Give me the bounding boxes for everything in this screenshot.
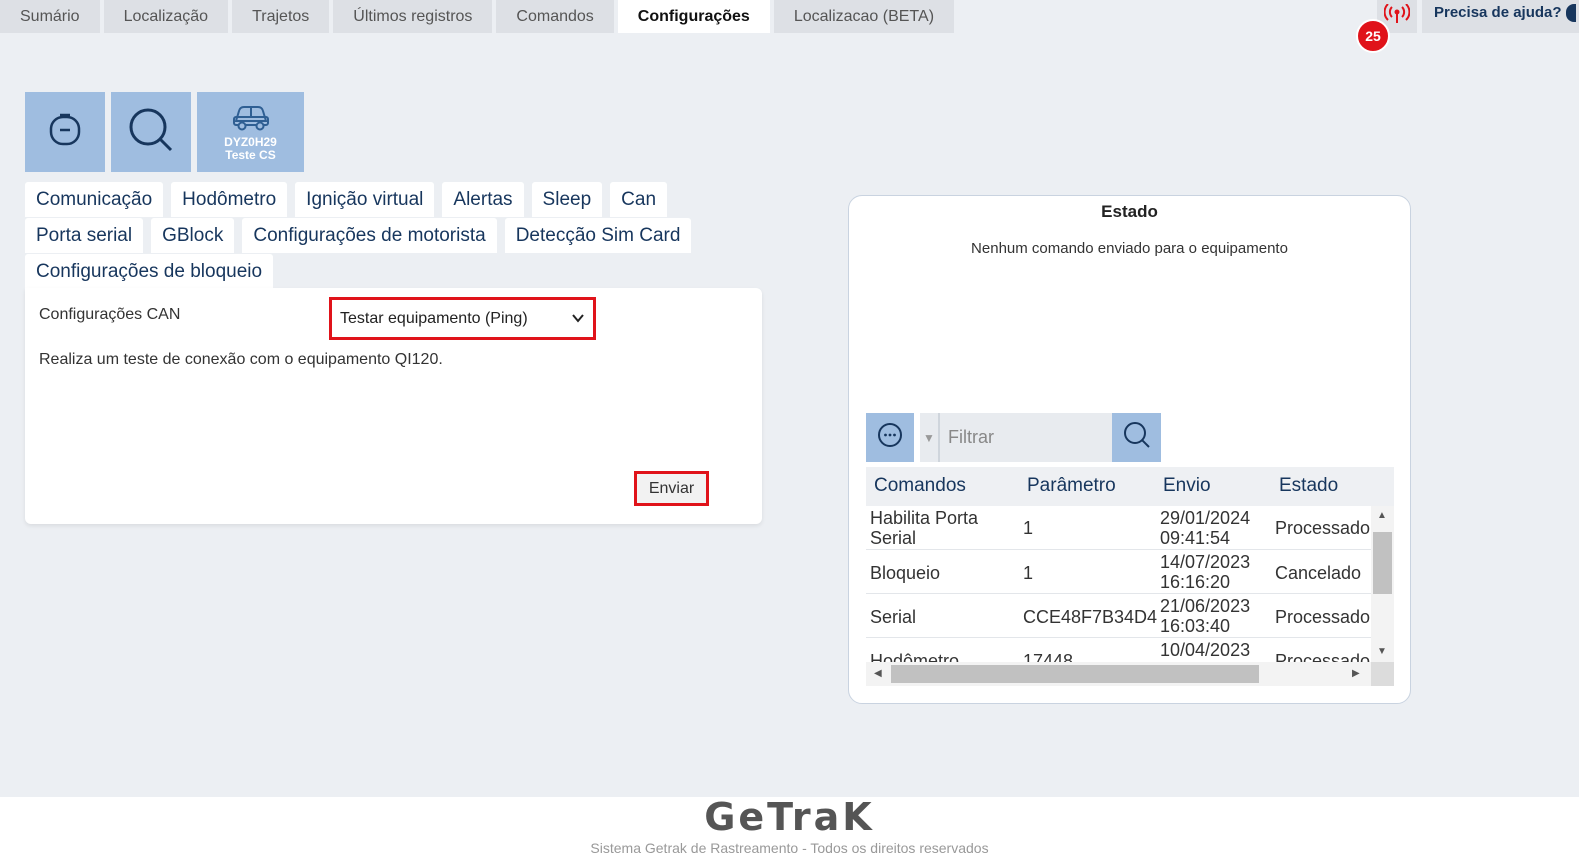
notification-badge[interactable]: 25 — [1356, 19, 1390, 53]
table-row[interactable]: Habilita Porta Serial 1 29/01/2024 09:41:5… — [866, 506, 1371, 550]
help-icon — [1565, 4, 1576, 23]
tab-configuracoes-bloqueio[interactable]: Configurações de bloqueio — [25, 254, 274, 289]
copyright-text: Sistema Getrak de Rastreamento - Todos o… — [590, 840, 989, 856]
cell-date-day: 14/07/2023 — [1160, 552, 1251, 572]
footer: GeTraK Sistema Getrak de Rastreamento - … — [0, 795, 1579, 863]
scroll-left-icon[interactable]: ◀ — [874, 668, 882, 679]
tab-sleep[interactable]: Sleep — [531, 182, 603, 217]
help-link[interactable]: Precisa de ajuda? — [1422, 0, 1579, 33]
signal-icon — [1383, 3, 1411, 29]
getrak-logo: GeTraK — [704, 795, 875, 839]
cell-date: 29/01/2024 09:41:54 — [1160, 508, 1250, 548]
tab-gblock[interactable]: GBlock — [151, 218, 235, 253]
vehicle-name: Teste CS — [225, 147, 276, 162]
cell-command-line1: Habilita Porta — [870, 508, 979, 528]
tab-ultimos-registros[interactable]: Últimos registros — [333, 0, 493, 33]
table-row[interactable]: Bloqueio 1 14/07/2023 16:16:20 Cancelado — [866, 550, 1371, 594]
chat-icon — [877, 422, 903, 453]
filter-bar: ▼ Filtrar — [866, 413, 1161, 462]
help-label: Precisa de ajuda? — [1434, 4, 1562, 21]
tab-sumario[interactable]: Sumário — [0, 0, 100, 33]
tab-localizacao-beta[interactable]: Localizacao (BETA) — [773, 0, 955, 33]
scroll-right-icon[interactable]: ▶ — [1352, 668, 1360, 679]
table-row[interactable]: Serial CCE48F7B34D4 21/06/2023 16:03:40 P… — [866, 594, 1371, 638]
cell-date-time: 16:03:40 — [1160, 616, 1231, 636]
cell-date: 14/07/2023 16:16:20 — [1160, 552, 1250, 592]
cell-date-time: 09:41:54 — [1160, 528, 1231, 548]
column-header-envio[interactable]: Envio — [1163, 475, 1211, 497]
top-tabs: Sumário Localização Trajetos Últimos reg… — [0, 0, 958, 33]
can-command-select[interactable]: Testar equipamento (Ping) — [329, 297, 596, 340]
filter-placeholder: Filtrar — [948, 427, 994, 447]
vehicle-tile[interactable]: DYZ0H29 Teste CS — [197, 92, 304, 172]
filter-input[interactable]: Filtrar — [940, 413, 1112, 462]
quick-tiles: DYZ0H29 Teste CS — [25, 92, 304, 172]
can-command-selected: Testar equipamento (Ping) — [340, 309, 528, 327]
cell-command: Serial — [870, 607, 917, 627]
cell-date: 10/04/2023 — [1160, 640, 1251, 660]
cell-status: Processado — [1275, 607, 1371, 627]
tab-configuracoes-motorista[interactable]: Configurações de motorista — [242, 218, 497, 253]
timer-icon — [47, 112, 83, 153]
tab-comandos[interactable]: Comandos — [496, 0, 614, 33]
config-tabs-row: Configurações de bloqueio — [25, 254, 765, 289]
cell-date-day: 21/06/2023 — [1160, 596, 1251, 616]
can-config-panel: Configurações CAN Testar equipamento (Pi… — [25, 288, 762, 524]
timer-button[interactable] — [25, 92, 105, 172]
cell-date-time: 16:16:20 — [1160, 572, 1231, 592]
filter-search-button[interactable] — [1112, 413, 1161, 462]
tab-porta-serial[interactable]: Porta serial — [25, 218, 144, 253]
state-message: Nenhum comando enviado para o equipament… — [971, 240, 1288, 257]
filter-dropdown-icon[interactable]: ▼ — [920, 413, 940, 462]
tab-deteccao-sim-card[interactable]: Detecção Sim Card — [504, 218, 692, 253]
scroll-down-icon[interactable]: ▼ — [1377, 646, 1387, 657]
search-icon — [1123, 421, 1151, 454]
tab-trajetos[interactable]: Trajetos — [232, 0, 330, 33]
vertical-scrollbar[interactable]: ▲ ▼ — [1371, 506, 1394, 662]
scrollbar-corner — [1371, 662, 1394, 686]
vertical-scroll-thumb[interactable] — [1373, 532, 1392, 594]
cell-param: CCE48F7B34D4 — [1023, 607, 1158, 627]
config-tabs-row: Comunicação Hodômetro Ignição virtual Al… — [25, 182, 765, 217]
tab-hodometro[interactable]: Hodômetro — [171, 182, 288, 217]
cell-param: 1 — [1023, 563, 1034, 583]
tab-comunicacao[interactable]: Comunicação — [25, 182, 164, 217]
column-header-comandos[interactable]: Comandos — [874, 475, 966, 497]
commands-grid: Comandos Parâmetro Envio Estado Habilita… — [866, 467, 1394, 686]
chevron-down-icon — [571, 311, 585, 330]
car-icon — [232, 103, 270, 136]
can-config-label: Configurações CAN — [39, 306, 181, 323]
search-tile-button[interactable] — [111, 92, 191, 172]
column-header-estado[interactable]: Estado — [1279, 475, 1338, 497]
cell-command-line2: Serial — [870, 528, 917, 548]
can-command-description: Realiza um teste de conexão com o equipa… — [39, 351, 443, 368]
scroll-up-icon[interactable]: ▲ — [1377, 510, 1387, 521]
horizontal-scroll-thumb[interactable] — [891, 665, 1259, 683]
cell-command: Habilita Porta Serial — [870, 508, 978, 548]
cell-date: 21/06/2023 16:03:40 — [1160, 596, 1250, 636]
state-panel: Estado Nenhum comando enviado para o equ… — [848, 195, 1411, 704]
column-header-parametro[interactable]: Parâmetro — [1027, 475, 1116, 497]
search-icon — [128, 107, 174, 158]
send-button[interactable]: Enviar — [634, 471, 709, 506]
horizontal-scrollbar[interactable]: ◀ ▶ — [866, 662, 1371, 686]
chat-button[interactable] — [866, 413, 914, 462]
grid-header: Comandos Parâmetro Envio Estado — [866, 467, 1394, 506]
cell-status: Cancelado — [1275, 563, 1362, 583]
state-title: Estado — [1101, 202, 1158, 221]
cell-status: Processado — [1275, 518, 1371, 538]
cell-date-day: 29/01/2024 — [1160, 508, 1251, 528]
config-tabs: Comunicação Hodômetro Ignição virtual Al… — [25, 182, 765, 290]
tab-configuracoes[interactable]: Configurações — [617, 0, 770, 33]
cell-param: 1 — [1023, 518, 1034, 538]
config-tabs-row: Porta serial GBlock Configurações de mot… — [25, 218, 765, 253]
cell-command: Bloqueio — [870, 563, 941, 583]
tab-can[interactable]: Can — [610, 182, 668, 217]
tab-ignicao-virtual[interactable]: Ignição virtual — [295, 182, 435, 217]
tab-localizacao[interactable]: Localização — [103, 0, 229, 33]
vehicle-plate: DYZ0H29 — [224, 134, 277, 149]
tab-alertas[interactable]: Alertas — [442, 182, 524, 217]
